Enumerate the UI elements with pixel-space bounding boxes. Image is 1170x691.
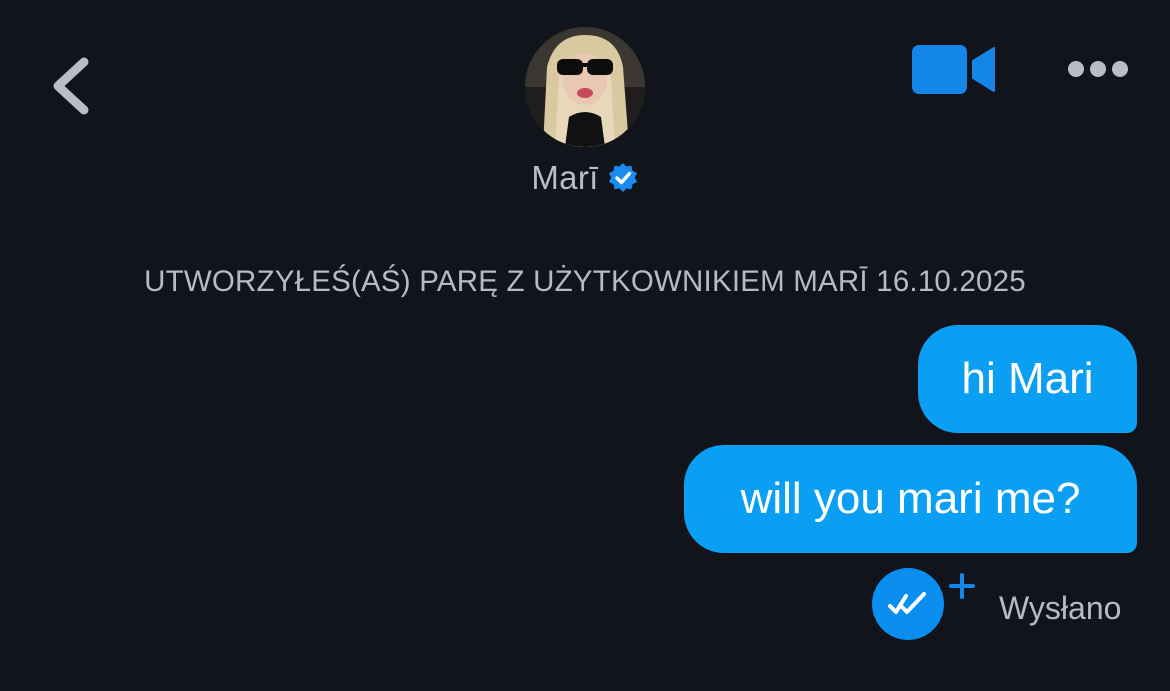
chat-screen: Marī UTWORZYŁEŚ(AŚ) PARĘ Z UŻYTKOWNIKIEM… xyxy=(0,0,1170,691)
message-bubble[interactable]: will you mari me? xyxy=(684,445,1137,553)
message-status: Wysłano xyxy=(872,566,1142,646)
sent-status-label: Wysłano xyxy=(999,590,1122,626)
contact-name: Marī xyxy=(531,159,599,196)
double-check-icon xyxy=(888,592,926,614)
contact-name-row[interactable]: Marī xyxy=(0,156,1170,200)
video-camera-icon xyxy=(912,45,995,94)
video-call-button[interactable] xyxy=(912,44,996,96)
back-button[interactable] xyxy=(44,50,104,122)
message-bubble[interactable]: hi Mari xyxy=(918,325,1137,433)
contact-avatar[interactable] xyxy=(525,27,645,147)
match-created-notice: UTWORZYŁEŚ(AŚ) PARĘ Z UŻYTKOWNIKIEM MARĪ… xyxy=(144,265,1026,298)
chevron-left-icon xyxy=(53,57,89,115)
more-options-button[interactable] xyxy=(1064,56,1132,82)
verified-badge-icon xyxy=(607,162,639,194)
read-receipt-button[interactable] xyxy=(872,568,944,640)
more-dots-icon xyxy=(1068,61,1128,77)
plus-icon[interactable] xyxy=(948,572,976,600)
avatar-image xyxy=(525,27,645,147)
